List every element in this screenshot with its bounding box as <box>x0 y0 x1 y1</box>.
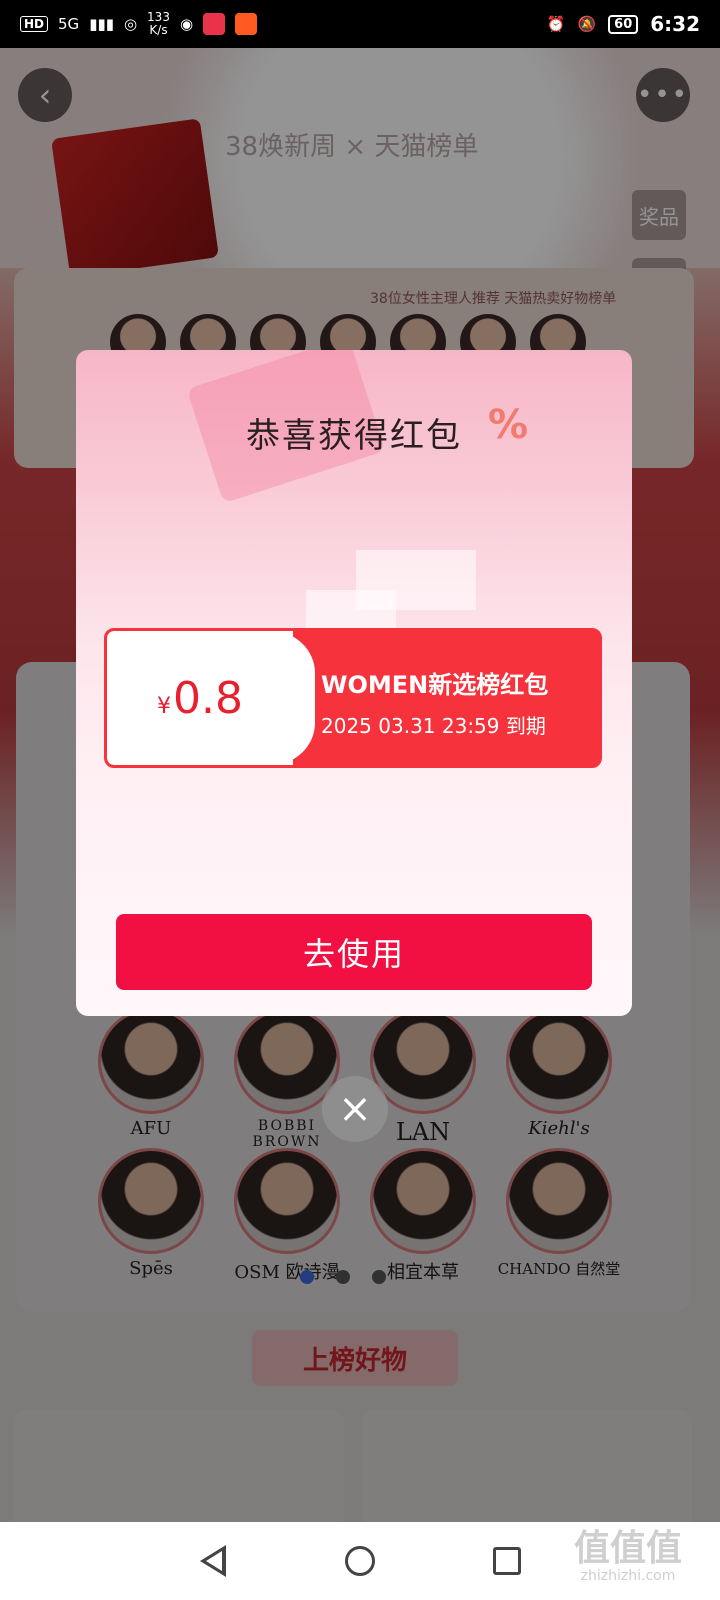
coupon-info: WOMEN新选榜红包 2025 03.31 23:59 到期 <box>321 665 548 739</box>
currency-symbol: ¥ <box>157 693 171 719</box>
watermark-url: zhizhizhi.com <box>580 1568 676 1584</box>
alarm-icon: ⏰ <box>546 15 566 33</box>
circle-home-icon <box>344 1546 375 1576</box>
nav-back-button[interactable] <box>193 1541 233 1581</box>
coupon-name: WOMEN新选榜红包 <box>321 671 549 699</box>
dialog-title: 恭喜获得红包 <box>246 416 462 456</box>
coupon-expiry: 2025 03.31 23:59 到期 <box>321 714 546 738</box>
app-notification-icon <box>235 13 258 35</box>
coupon-amount-area: ¥ 0.8 <box>107 631 315 765</box>
battery-indicator: 60 <box>608 14 639 34</box>
coupon-card: ¥ 0.8 WOMEN新选榜红包 2025 03.31 23:59 到期 <box>104 628 602 768</box>
use-now-button[interactable]: 去使用 <box>116 914 592 990</box>
network-speed: 133 K/s <box>147 11 170 37</box>
speed-unit: K/s <box>149 23 168 37</box>
close-icon: × <box>338 1086 372 1132</box>
taobao-app-icon <box>203 13 226 35</box>
watermark-logo: 值值值 <box>573 1528 682 1569</box>
coupon-amount: 0.8 <box>173 672 243 724</box>
speed-value: 133 <box>147 10 170 24</box>
signal-icon: ▮▮▮ <box>89 15 114 33</box>
hd-indicator: HD <box>20 16 49 32</box>
site-watermark: 值值值 zhizhizhi.com <box>558 1528 698 1585</box>
mute-icon: 🔕 <box>577 15 597 33</box>
nav-home-button[interactable] <box>340 1541 380 1581</box>
status-bar: HD 5G ▮▮▮ ◎ 133 K/s ◉ ⏰ 🔕 60 6:32 <box>0 0 720 48</box>
percent-icon: % <box>488 402 529 448</box>
square-recents-icon <box>492 1547 521 1575</box>
red-packet-dialog: 恭喜获得红包 % ¥ 0.8 WOMEN新选榜红包 2025 03.31 23:… <box>76 350 632 1016</box>
hotspot-icon: ◎ <box>123 15 138 33</box>
clock: 6:32 <box>650 12 700 36</box>
close-dialog-button[interactable]: × <box>322 1076 388 1142</box>
wechat-icon: ◉ <box>179 15 194 33</box>
nav-recents-button[interactable] <box>487 1541 527 1581</box>
triangle-back-icon <box>200 1545 227 1577</box>
network-indicator: 5G <box>58 15 80 33</box>
